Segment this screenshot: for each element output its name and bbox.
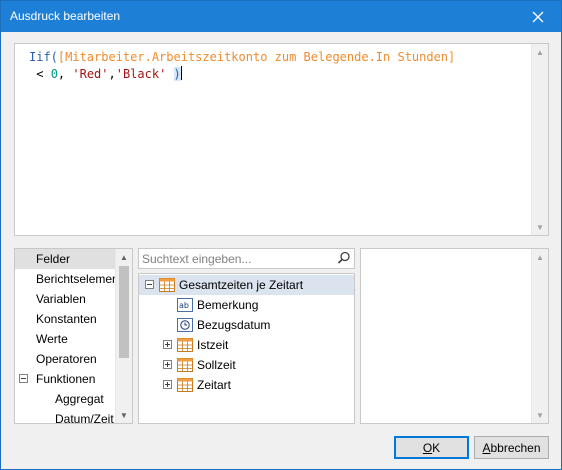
category-item-operatoren[interactable]: Operatoren: [15, 349, 117, 369]
token-string-red: 'Red': [72, 67, 109, 81]
date-field-icon: [177, 318, 193, 332]
text-field-icon: ab: [177, 298, 193, 312]
tree-node-bezugsdatum[interactable]: Bezugsdatum: [139, 315, 354, 335]
ok-label: K: [432, 440, 441, 455]
expression-text[interactable]: Iif([Mitarbeiter.Arbeitszeitkonto zum Be…: [29, 49, 529, 83]
category-label: Variablen: [36, 292, 86, 306]
table-icon: [177, 358, 193, 372]
category-label: Werte: [36, 332, 68, 346]
tree-node-bemerkung[interactable]: ab Bemerkung: [139, 295, 354, 315]
scroll-up-arrow-icon[interactable]: ▲: [116, 249, 132, 265]
expand-icon[interactable]: [163, 360, 172, 369]
tree-node-root[interactable]: Gesamtzeiten je Zeitart: [139, 275, 354, 295]
token-string-black: 'Black': [115, 67, 167, 81]
search-input[interactable]: [142, 251, 332, 266]
search-box[interactable]: [138, 248, 355, 269]
category-list[interactable]: Felder Berichtselemente Variablen Konsta…: [14, 248, 133, 424]
category-item-felder[interactable]: Felder: [15, 249, 117, 269]
table-icon: [177, 378, 193, 392]
token-close-paren: ): [173, 67, 181, 81]
scroll-down-arrow-icon[interactable]: ▼: [532, 407, 548, 423]
tree-node-label: Zeitart: [197, 378, 232, 392]
category-label: Felder: [36, 252, 71, 266]
token-operator: <: [29, 67, 51, 81]
tree-node-label: Istzeit: [197, 338, 229, 352]
text-caret: [180, 66, 182, 80]
tree-node-label: Sollzeit: [197, 358, 236, 372]
category-item-variablen[interactable]: Variablen: [15, 289, 117, 309]
token-separator: ,: [57, 67, 73, 81]
category-label: Datum/Zeit: [55, 412, 114, 424]
editor-scrollbar[interactable]: ▲ ▼: [531, 44, 548, 235]
category-item-konstanten[interactable]: Konstanten: [15, 309, 117, 329]
scroll-down-arrow-icon[interactable]: ▼: [116, 407, 132, 423]
cancel-label: bbrechen: [490, 440, 541, 455]
cancel-button[interactable]: Abbrechen: [474, 436, 549, 459]
expression-editor-dialog: Ausdruck bearbeiten Iif([Mitarbeiter.Arb…: [0, 0, 562, 470]
category-item-werte[interactable]: Werte: [15, 329, 117, 349]
description-panel: ▲ ▼: [360, 248, 549, 424]
tree-node-istzeit[interactable]: Istzeit: [139, 335, 354, 355]
token-number: 0: [50, 67, 58, 81]
token-function: Iif(: [29, 50, 58, 64]
collapse-icon[interactable]: [19, 374, 28, 383]
dialog-title: Ausdruck bearbeiten: [10, 9, 121, 23]
category-item-aggregat[interactable]: Aggregat: [15, 389, 117, 409]
expand-icon[interactable]: [163, 380, 172, 389]
expand-icon[interactable]: [163, 340, 172, 349]
collapse-icon[interactable]: [145, 280, 154, 289]
category-label: Funktionen: [36, 372, 96, 386]
tree-node-label: Gesamtzeiten je Zeitart: [179, 278, 304, 292]
category-label: Konstanten: [36, 312, 97, 326]
ok-button[interactable]: OK: [394, 436, 469, 459]
category-scrollbar[interactable]: ▲ ▼: [115, 249, 132, 423]
expression-editor[interactable]: Iif([Mitarbeiter.Arbeitszeitkonto zum Be…: [14, 43, 549, 236]
category-item-funktionen[interactable]: Funktionen: [15, 369, 117, 389]
tree-node-label: Bemerkung: [197, 298, 259, 312]
close-button[interactable]: [515, 1, 561, 32]
search-icon[interactable]: [337, 251, 351, 265]
table-icon: [159, 278, 175, 292]
table-icon: [177, 338, 193, 352]
token-separator: ,: [108, 67, 116, 81]
close-icon: [532, 11, 544, 22]
scroll-down-arrow-icon[interactable]: ▼: [532, 219, 548, 235]
tree-node-zeitart[interactable]: Zeitart: [139, 375, 354, 395]
cancel-accel: A: [482, 440, 491, 455]
title-bar: Ausdruck bearbeiten: [1, 1, 561, 32]
field-tree[interactable]: Gesamtzeiten je Zeitart ab Bemerkung Bez…: [138, 273, 355, 424]
ok-accel: O: [422, 440, 433, 455]
category-item-datum-zeit[interactable]: Datum/Zeit: [15, 409, 117, 424]
tree-node-label: Bezugsdatum: [197, 318, 271, 332]
token-field: [Mitarbeiter.Arbeitszeitkonto zum Belege…: [57, 50, 456, 64]
category-item-berichtselemente[interactable]: Berichtselemente: [15, 269, 117, 289]
category-label: Operatoren: [36, 352, 97, 366]
scrollbar-thumb[interactable]: [119, 266, 129, 358]
tree-node-sollzeit[interactable]: Sollzeit: [139, 355, 354, 375]
svg-text:ab: ab: [179, 301, 189, 310]
description-scrollbar[interactable]: ▲ ▼: [531, 249, 548, 423]
scroll-up-arrow-icon[interactable]: ▲: [532, 249, 548, 265]
scroll-up-arrow-icon[interactable]: ▲: [532, 44, 548, 60]
category-label: Aggregat: [55, 392, 104, 406]
category-label: Berichtselemente: [36, 272, 117, 286]
